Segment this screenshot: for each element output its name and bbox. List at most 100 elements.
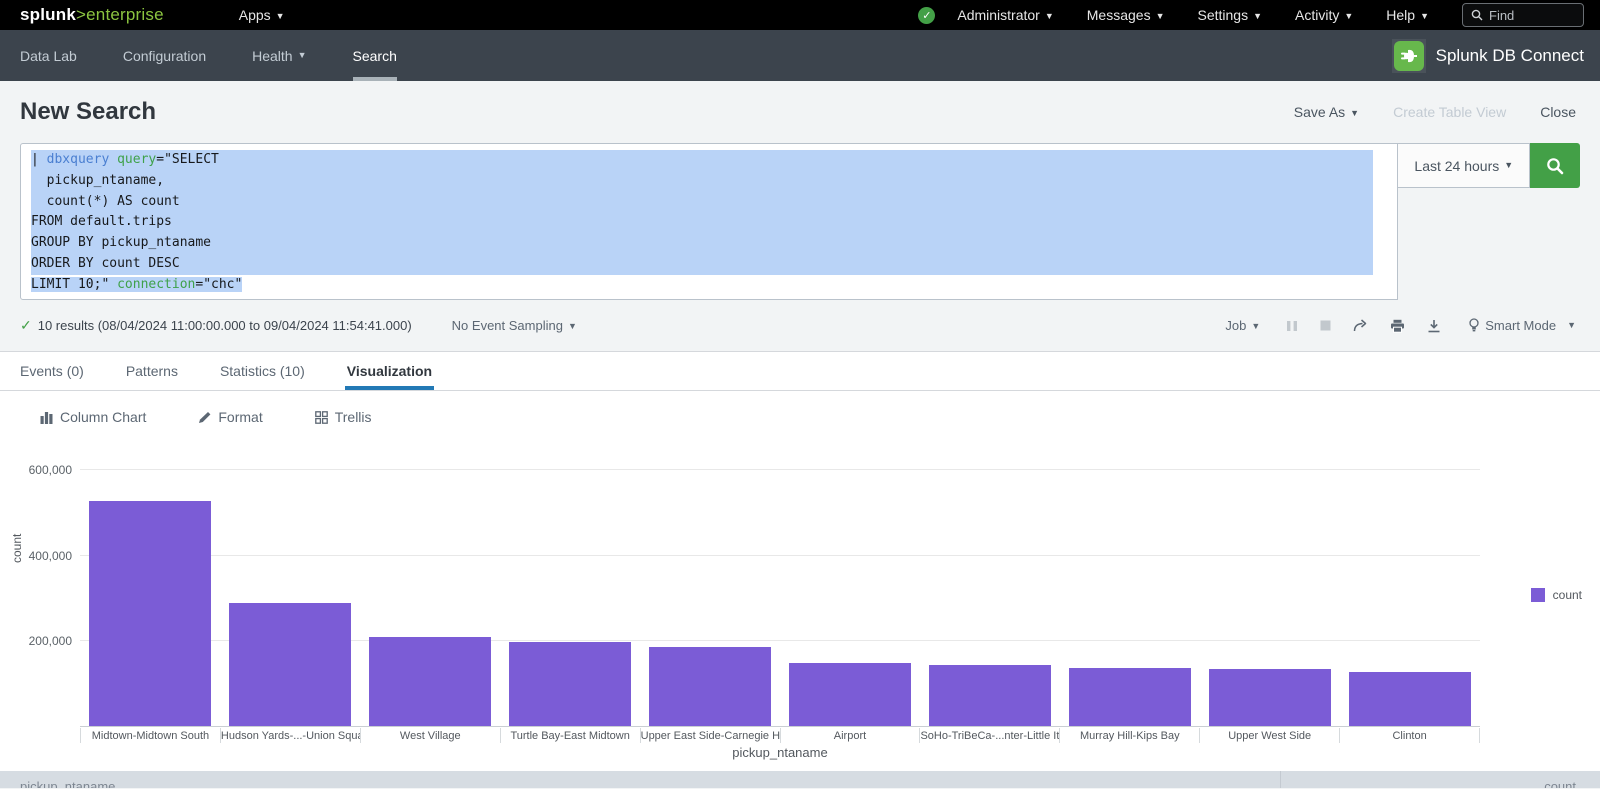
bar-Turtle Bay-East Midtown[interactable] [509, 642, 631, 726]
logo-gt: > [76, 5, 86, 24]
search-mode-dropdown[interactable]: Smart Mode▼ [1469, 318, 1576, 333]
menu-activity[interactable]: Activity▼ [1295, 7, 1353, 23]
current-app[interactable]: Splunk DB Connect [1392, 30, 1584, 81]
bar-Midtown-Midtown South[interactable] [89, 501, 211, 726]
trellis-grid-icon [315, 411, 328, 424]
top-bar: splunk>enterprise Apps▼ ✓ Administrator▼… [0, 0, 1600, 30]
column-chart-icon [40, 411, 53, 424]
bar-Upper East Side-Carnegie Hill[interactable] [649, 647, 771, 726]
stop-job-button[interactable] [1320, 320, 1331, 331]
chevron-down-icon: ▼ [1045, 11, 1054, 21]
chevron-down-icon: ▼ [1420, 11, 1429, 21]
x-axis-labels: Midtown-Midtown SouthHudson Yards-...-Un… [80, 728, 1480, 743]
legend-label: count [1553, 588, 1582, 602]
download-icon [1427, 319, 1441, 333]
share-job-button[interactable] [1353, 319, 1368, 332]
find-search-input[interactable]: Find [1462, 3, 1584, 27]
run-search-button[interactable] [1530, 143, 1580, 188]
nav-search[interactable]: Search [353, 30, 397, 81]
close-button[interactable]: Close [1540, 104, 1576, 120]
table-col-pickup-ntaname[interactable]: pickup_ntaname [0, 771, 1280, 788]
gridline [80, 555, 1480, 556]
chevron-down-icon: ▼ [1251, 321, 1260, 331]
bar-Murray Hill-Kips Bay[interactable] [1069, 668, 1191, 726]
menu-label: Help [1386, 7, 1415, 23]
menu-label: Messages [1087, 7, 1151, 23]
menu-label: Activity [1295, 7, 1339, 23]
create-table-view-button: Create Table View [1393, 104, 1506, 120]
bar-Upper West Side[interactable] [1209, 669, 1331, 726]
query-line: LIMIT 10;" connection="chc" [31, 275, 1373, 296]
menu-label: Settings [1198, 7, 1249, 23]
tab-patterns[interactable]: Patterns [126, 352, 178, 390]
save-as-button[interactable]: Save As ▼ [1294, 104, 1359, 120]
share-icon [1353, 319, 1368, 332]
bar-West Village[interactable] [369, 637, 491, 726]
x-category-label: West Village [360, 728, 500, 743]
menu-administrator[interactable]: Administrator▼ [957, 7, 1053, 23]
chevron-down-icon: ▼ [276, 11, 285, 21]
table-col-count[interactable]: count [1280, 771, 1600, 788]
chevron-down-icon: ▼ [1567, 320, 1576, 330]
x-category-label: Murray Hill-Kips Bay [1059, 728, 1199, 743]
sampling-label: No Event Sampling [452, 318, 563, 333]
bar-Airport[interactable] [789, 663, 911, 726]
gridline [80, 469, 1480, 470]
nav-data-lab[interactable]: Data Lab [20, 30, 77, 81]
time-range-label: Last 24 hours [1414, 158, 1499, 174]
find-placeholder: Find [1489, 8, 1514, 23]
chevron-down-icon: ▼ [1253, 11, 1262, 21]
nav-configuration[interactable]: Configuration [123, 30, 206, 81]
time-range-picker[interactable]: Last 24 hours▼ [1398, 143, 1530, 188]
tab-events[interactable]: Events (0) [20, 352, 84, 390]
results-summary: 10 results (08/04/2024 11:00:00.000 to 0… [38, 318, 412, 333]
y-tick-label: 600,000 [2, 463, 72, 477]
x-category-label: Turtle Bay-East Midtown [500, 728, 640, 743]
check-icon: ✓ [20, 317, 32, 334]
app-icon-backing [1392, 39, 1426, 73]
x-category-label: Midtown-Midtown South [80, 728, 220, 743]
chart-plot: 200,000400,000600,000 [80, 455, 1480, 727]
search-query-input[interactable]: | dbxquery query="SELECT pickup_ntaname,… [20, 143, 1398, 300]
pause-job-button[interactable] [1286, 320, 1298, 332]
legend-swatch [1531, 588, 1545, 602]
event-sampling-dropdown[interactable]: No Event Sampling▼ [452, 318, 577, 333]
bar-Hudson Yards-...-Union Square[interactable] [229, 603, 351, 726]
trellis-button[interactable]: Trellis [315, 409, 372, 425]
nav-health[interactable]: Health▼ [252, 30, 306, 81]
menu-help[interactable]: Help ▼ [1386, 7, 1429, 23]
logo-splunk-text: splunk [20, 5, 76, 24]
nav-label: Data Lab [20, 48, 77, 64]
chart-type-button[interactable]: Column Chart [40, 409, 146, 425]
query-line: count(*) AS count [31, 192, 1373, 213]
tab-visualization[interactable]: Visualization [347, 352, 432, 390]
db-connect-plug-icon [1394, 41, 1424, 71]
x-category-label: Upper West Side [1199, 728, 1339, 743]
apps-menu[interactable]: Apps▼ [239, 7, 285, 23]
job-menu[interactable]: Job▼ [1225, 318, 1260, 333]
format-button[interactable]: Format [198, 409, 262, 425]
bar-Clinton[interactable] [1349, 672, 1471, 726]
y-tick-label: 200,000 [2, 634, 72, 648]
export-button[interactable] [1427, 319, 1441, 333]
x-category-label: Clinton [1339, 728, 1480, 743]
menu-messages[interactable]: Messages▼ [1087, 7, 1165, 23]
pause-icon [1286, 320, 1298, 332]
x-category-label: SoHo-TriBeCa-...nter-Little Italy [919, 728, 1059, 743]
health-status-icon[interactable]: ✓ [918, 7, 935, 24]
tab-statistics[interactable]: Statistics (10) [220, 352, 305, 390]
menu-settings[interactable]: Settings ▼ [1198, 7, 1263, 23]
nav-label: Configuration [123, 48, 206, 64]
save-as-label: Save As [1294, 104, 1345, 120]
print-button[interactable] [1390, 319, 1405, 333]
chevron-down-icon: ▼ [1350, 108, 1359, 118]
chart-legend[interactable]: count [1531, 588, 1582, 602]
splunk-logo[interactable]: splunk>enterprise [20, 5, 164, 25]
nav-label: Health [252, 48, 292, 64]
statistics-table-header: pickup_ntaname count [0, 771, 1600, 788]
app-nav-bar: Data Lab Configuration Health▼ Search Sp… [0, 30, 1600, 81]
x-axis-title: pickup_ntaname [80, 745, 1480, 760]
x-category-label: Hudson Yards-...-Union Square [220, 728, 360, 743]
bar-SoHo-TriBeCa-...nter-Little Italy[interactable] [929, 665, 1051, 726]
x-category-label: Airport [780, 728, 920, 743]
